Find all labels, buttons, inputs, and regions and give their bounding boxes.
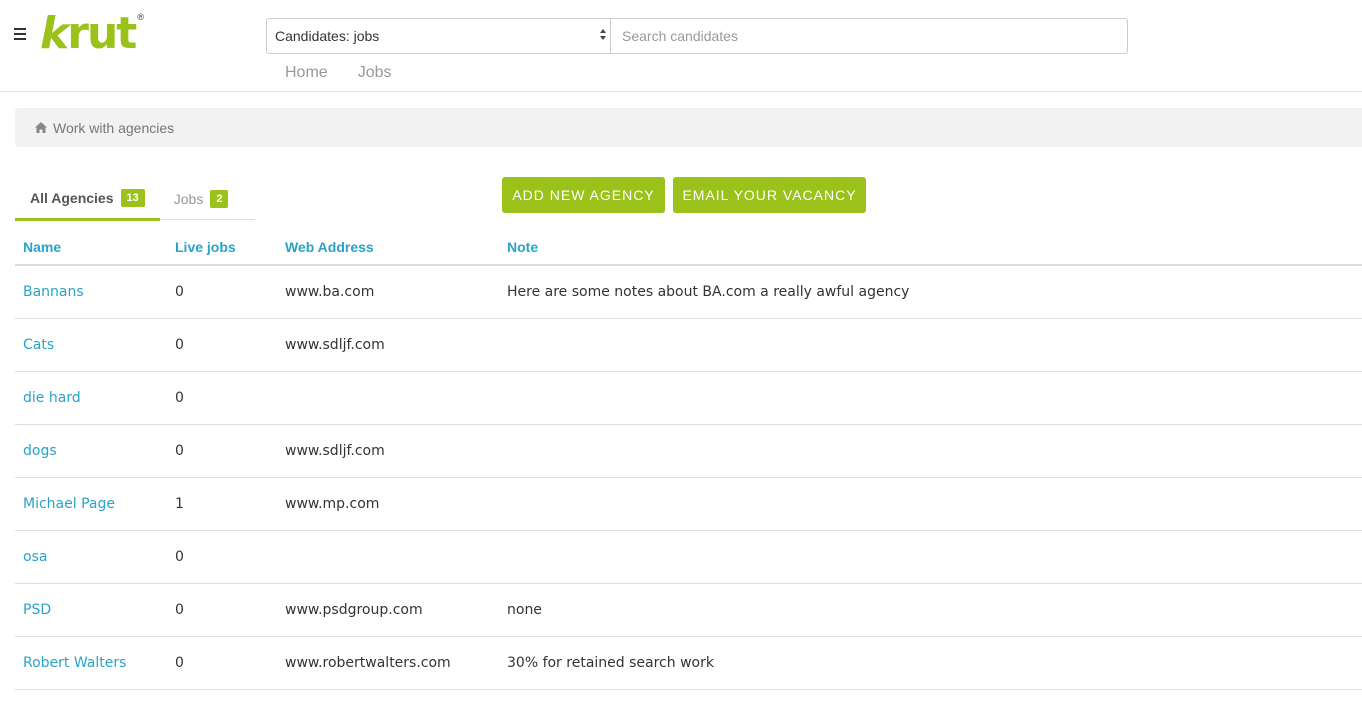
web-address: www.robertwalters.com bbox=[285, 655, 451, 671]
tab-label: Jobs bbox=[173, 191, 204, 207]
agencies-table: Name Live jobs Web Address Note Bannans … bbox=[15, 230, 1362, 690]
email-vacancy-button[interactable]: EMAIL YOUR VACANCY bbox=[673, 177, 866, 213]
count-badge: 2 bbox=[210, 190, 229, 208]
agency-name-link[interactable]: dogs bbox=[15, 443, 167, 459]
agency-name-link[interactable]: Robert Walters bbox=[15, 655, 167, 671]
logo-letter-k: k bbox=[40, 8, 69, 59]
web-address: www.ba.com bbox=[285, 284, 375, 300]
web-address: www.mp.com bbox=[285, 496, 380, 512]
agency-name-link[interactable]: die hard bbox=[15, 390, 167, 406]
search-scope-value: Candidates: jobs bbox=[275, 28, 380, 44]
web-address: www.sdljf.com bbox=[285, 443, 385, 459]
agency-tabs: All Agencies 13 Jobs 2 bbox=[15, 178, 255, 221]
agency-name-link[interactable]: Michael Page bbox=[15, 496, 167, 512]
agency-name-link[interactable]: Cats bbox=[15, 337, 167, 353]
live-jobs-count: 0 bbox=[175, 337, 184, 353]
web-address: www.sdljf.com bbox=[285, 337, 385, 353]
hamburger-menu-icon[interactable] bbox=[14, 28, 26, 40]
agency-name-link[interactable]: PSD bbox=[15, 602, 167, 618]
live-jobs-count: 0 bbox=[175, 602, 184, 618]
agency-name-link[interactable]: osa bbox=[15, 549, 167, 565]
tab-jobs[interactable]: Jobs 2 bbox=[160, 178, 244, 220]
table-header: Name Live jobs Web Address Note bbox=[15, 230, 1362, 266]
table-row: Robert Walters 0 www.robertwalters.com 3… bbox=[15, 637, 1362, 690]
table-row: Bannans 0 www.ba.com Here are some notes… bbox=[15, 266, 1362, 319]
count-badge: 13 bbox=[120, 189, 145, 207]
table-row: Michael Page 1 www.mp.com bbox=[15, 478, 1362, 531]
breadcrumb: Work with agencies bbox=[15, 108, 1362, 147]
agency-note: 30% for retained search work bbox=[507, 655, 714, 671]
table-row: Cats 0 www.sdljf.com bbox=[15, 319, 1362, 372]
top-nav: Home Jobs bbox=[285, 64, 421, 82]
live-jobs-count: 0 bbox=[175, 655, 184, 671]
home-icon[interactable] bbox=[35, 122, 47, 133]
agency-name-link[interactable]: Bannans bbox=[15, 284, 167, 300]
registered-mark: ® bbox=[137, 12, 144, 22]
table-row: die hard 0 bbox=[15, 372, 1362, 425]
live-jobs-count: 0 bbox=[175, 549, 184, 565]
web-address: www.psdgroup.com bbox=[285, 602, 423, 618]
nav-home[interactable]: Home bbox=[285, 64, 328, 82]
add-new-agency-button[interactable]: ADD NEW AGENCY bbox=[502, 177, 665, 213]
search-input[interactable] bbox=[611, 18, 1128, 54]
live-jobs-count: 0 bbox=[175, 390, 184, 406]
tab-all-agencies[interactable]: All Agencies 13 bbox=[15, 178, 160, 221]
krut-logo[interactable]: k rut ® bbox=[40, 8, 144, 56]
live-jobs-count: 1 bbox=[175, 496, 184, 512]
table-row: dogs 0 www.sdljf.com bbox=[15, 425, 1362, 478]
table-row: PSD 0 www.psdgroup.com none bbox=[15, 584, 1362, 637]
nav-jobs[interactable]: Jobs bbox=[358, 64, 392, 82]
breadcrumb-current: Work with agencies bbox=[53, 119, 175, 136]
logo-letters-rut: rut bbox=[67, 8, 137, 59]
search-bar: Candidates: jobs bbox=[266, 18, 1128, 54]
column-header-web-address[interactable]: Web Address bbox=[277, 239, 499, 255]
column-header-note[interactable]: Note bbox=[499, 239, 1362, 255]
agency-note: Here are some notes about BA.com a reall… bbox=[507, 284, 910, 300]
search-scope-select[interactable]: Candidates: jobs bbox=[266, 18, 611, 54]
live-jobs-count: 0 bbox=[175, 443, 184, 459]
live-jobs-count: 0 bbox=[175, 284, 184, 300]
column-header-live-jobs[interactable]: Live jobs bbox=[167, 239, 277, 255]
table-row: osa 0 bbox=[15, 531, 1362, 584]
app-header: krut® Candidates: jobs Home Jobs bbox=[0, 0, 1362, 92]
column-header-name[interactable]: Name bbox=[15, 239, 167, 255]
select-arrows-icon bbox=[600, 29, 606, 43]
agency-note: none bbox=[507, 602, 542, 618]
tab-label: All Agencies bbox=[30, 190, 114, 206]
